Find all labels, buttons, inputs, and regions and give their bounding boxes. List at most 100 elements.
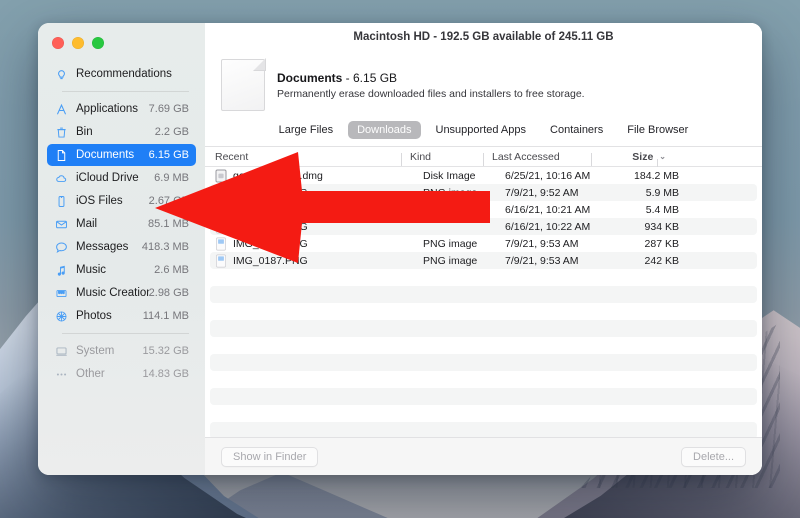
column-header-last-accessed[interactable]: Last Accessed <box>483 151 600 166</box>
sort-caret-icon: ⌄ <box>659 152 666 162</box>
sidebar-item-size: 114.1 MB <box>142 310 189 322</box>
table-row-empty <box>210 405 757 422</box>
column-header-recent[interactable]: Recent <box>215 151 410 163</box>
image-icon <box>215 202 227 217</box>
sidebar-item-size: 2.2 GB <box>154 126 189 138</box>
main-pane: Macintosh HD - 192.5 GB available of 245… <box>205 23 762 475</box>
sidebar-item-music[interactable]: Music 2.6 MB <box>47 259 196 281</box>
sidebar-item-bin[interactable]: Bin 2.2 GB <box>47 121 196 143</box>
sidebar-item-label: Photos <box>76 310 112 322</box>
page-title: Macintosh HD - 192.5 GB available of 245… <box>353 31 614 43</box>
file-list[interactable]: googlechrome.dmg Disk Image 6/25/21, 10:16… <box>205 167 762 437</box>
sidebar-item-size: 7.69 GB <box>148 103 189 115</box>
dark-image-icon <box>215 185 227 200</box>
image-icon <box>215 219 227 234</box>
image-icon <box>215 253 227 268</box>
column-header-kind[interactable]: Kind <box>401 151 492 166</box>
envelope-icon <box>54 217 69 232</box>
category-subtitle: Permanently erase downloaded files and i… <box>277 87 585 100</box>
minimize-button[interactable] <box>72 37 84 49</box>
column-header-size-label: Size <box>632 150 654 163</box>
zoom-button[interactable] <box>92 37 104 49</box>
desktop-wallpaper: Recommendations Applications 7.69 GB Bin 2.2… <box>0 0 800 518</box>
photos-flower-icon <box>54 309 69 324</box>
sidebar-item-other[interactable]: Other 14.83 GB <box>47 363 196 385</box>
table-row[interactable]: IMG_0161.PNG 6/16/21, 10:21 AM 5.4 MB <box>210 201 757 218</box>
image-icon <box>215 236 227 251</box>
file-kind-cell: PNG image <box>423 237 478 250</box>
window-body: Recommendations Applications 7.69 GB Bin 2.2… <box>38 23 762 475</box>
tab-downloads[interactable]: Downloads <box>348 121 421 139</box>
file-size-cell: 287 KB <box>644 237 679 250</box>
tab-file-browser[interactable]: File Browser <box>618 121 697 139</box>
file-kind-cell: Disk Image <box>423 169 476 182</box>
table-row-empty <box>210 388 757 405</box>
storage-management-window: Recommendations Applications 7.69 GB Bin 2.2… <box>38 23 762 475</box>
sidebar-item-messages[interactable]: Messages 418.3 MB <box>47 236 196 258</box>
sidebar-item-size: 85.1 MB <box>148 218 189 230</box>
sidebar-item-music-creation[interactable]: Music Creation 2.98 GB <box>47 282 196 304</box>
sidebar-item-size: 2.6 MB <box>154 264 189 276</box>
file-name-cell: IMG_0162.PNG <box>233 220 308 233</box>
table-row-empty <box>210 286 757 303</box>
column-headers: Recent Kind Last Accessed Size ⌄ <box>205 147 762 172</box>
tab-containers[interactable]: Containers <box>541 121 612 139</box>
sidebar-item-applications[interactable]: Applications 7.69 GB <box>47 98 196 120</box>
table-row[interactable]: googlechrome.dmg Disk Image 6/25/21, 10:16… <box>210 167 757 184</box>
file-last-accessed-cell: 7/9/21, 9:53 AM <box>505 254 579 267</box>
table-row[interactable]: IMG_0194.PNG PNG image 7/9/21, 9:52 AM 5.9 … <box>210 184 757 201</box>
file-size-cell: 184.2 MB <box>634 169 679 182</box>
table-row-empty <box>210 269 757 286</box>
close-button[interactable] <box>52 37 64 49</box>
sidebar-item-label: iCloud Drive <box>76 172 139 184</box>
category-title: Documents - 6.15 GB <box>277 71 585 85</box>
sidebar-item-size: 6.9 MB <box>154 172 189 184</box>
applications-a-icon <box>54 102 69 117</box>
file-last-accessed-cell: 7/9/21, 9:52 AM <box>505 186 579 199</box>
table-row-empty <box>210 337 757 354</box>
sidebar-item-size: 6.15 GB <box>148 149 189 161</box>
sidebar-item-documents[interactable]: Documents 6.15 GB <box>47 144 196 166</box>
table-row-empty <box>210 303 757 320</box>
category-title-name: Documents <box>277 70 343 85</box>
cloud-icon <box>54 171 69 186</box>
table-row[interactable]: IMG_0188.PNG PNG image 7/9/21, 9:53 AM 287 … <box>210 235 757 252</box>
sidebar-item-ios-files[interactable]: iOS Files 2.67 GB <box>47 190 196 212</box>
document-page-icon <box>221 59 265 111</box>
sidebar-item-label: iOS Files <box>76 195 123 207</box>
tab-unsupported-apps[interactable]: Unsupported Apps <box>427 121 536 139</box>
table-row[interactable]: IMG_0187.PNG PNG image 7/9/21, 9:53 AM 242 … <box>210 252 757 269</box>
file-size-cell: 5.4 MB <box>645 203 679 216</box>
sidebar-item-label: Bin <box>76 126 93 138</box>
sidebar-item-icloud-drive[interactable]: iCloud Drive 6.9 MB <box>47 167 196 189</box>
file-kind-cell: PNG image <box>423 254 478 267</box>
ellipsis-icon <box>54 367 69 382</box>
sidebar-item-mail[interactable]: Mail 85.1 MB <box>47 213 196 235</box>
table-row[interactable]: IMG_0162.PNG 6/16/21, 10:22 AM 934 KB <box>210 218 757 235</box>
show-in-finder-button[interactable]: Show in Finder <box>221 446 319 467</box>
sidebar-item-size: 15.32 GB <box>142 345 189 357</box>
file-name-cell: IMG_0161.PNG <box>233 203 308 216</box>
trash-icon <box>54 125 69 140</box>
category-header-text: Documents - 6.15 GB Permanently erase do… <box>277 71 585 100</box>
sidebar-item-label: Other <box>76 368 105 380</box>
sidebar-item-label: Documents <box>76 149 135 161</box>
tab-bar: Large Files Downloads Unsupported Apps Cont… <box>205 121 762 147</box>
piano-keys-icon <box>54 286 69 301</box>
footer-bar: Show in Finder Delete... <box>205 437 762 475</box>
file-last-accessed-cell: 7/9/21, 9:53 AM <box>505 237 579 250</box>
sidebar-separator <box>62 333 189 334</box>
disk-image-icon <box>215 169 227 183</box>
sidebar-item-photos[interactable]: Photos 114.1 MB <box>47 305 196 327</box>
table-row-empty <box>210 371 757 388</box>
window-title-bar: Macintosh HD - 192.5 GB available of 245… <box>205 23 762 51</box>
sidebar: Recommendations Applications 7.69 GB Bin 2.2… <box>38 23 205 475</box>
file-last-accessed-cell: 6/16/21, 10:21 AM <box>505 203 591 216</box>
sidebar-item-label: System <box>76 345 115 357</box>
tab-large-files[interactable]: Large Files <box>270 121 342 139</box>
music-note-icon <box>54 263 69 278</box>
delete-button[interactable]: Delete... <box>681 446 746 467</box>
sidebar-item-size: 14.83 GB <box>142 368 189 380</box>
sidebar-item-system[interactable]: System 15.32 GB <box>47 340 196 362</box>
sidebar-item-recommendations[interactable]: Recommendations <box>47 63 196 85</box>
